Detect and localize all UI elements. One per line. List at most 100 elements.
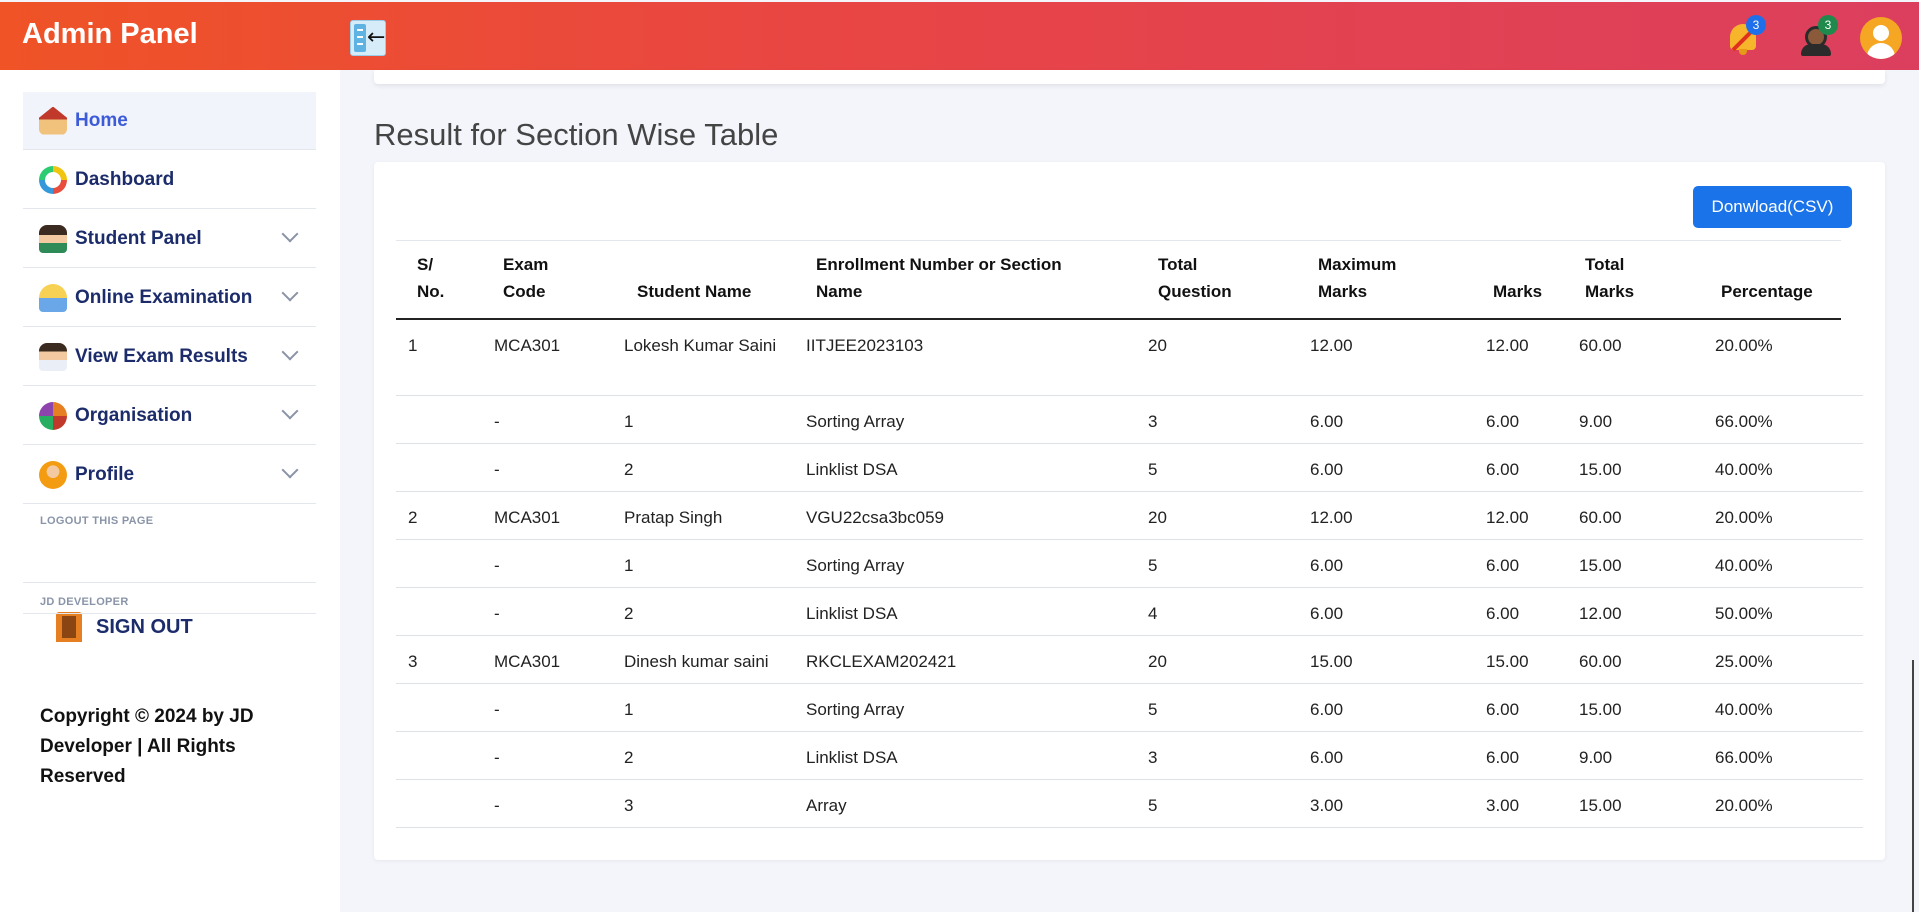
- header-col-marks: Marks: [1493, 251, 1542, 305]
- cell-percentage: 50.00%: [1715, 604, 1773, 623]
- cell-exam-code: MCA301: [494, 508, 561, 527]
- cell-maximum-marks: 6.00: [1310, 604, 1344, 623]
- header-line-1: Total: [1585, 255, 1625, 274]
- cell-student-name: 1: [624, 556, 634, 575]
- sign-out-button[interactable]: SIGN OUT: [56, 612, 193, 642]
- download-csv-button[interactable]: Donwload(CSV): [1693, 186, 1852, 228]
- cell-maximum-marks: 6.00: [1310, 556, 1344, 575]
- sidebar-item-dashboard[interactable]: Dashboard: [23, 151, 316, 209]
- cell-sno: 2: [408, 508, 418, 527]
- cell-total-marks: 15.00: [1579, 556, 1622, 575]
- sidebar-item-label: View Exam Results: [75, 345, 248, 367]
- brand-title: Admin Panel: [22, 18, 198, 50]
- header-col-student-name: Student Name: [637, 251, 751, 305]
- support-agent-button[interactable]: 3: [1796, 15, 1838, 58]
- cell-enrollment: RKCLEXAM202421: [806, 652, 957, 671]
- cell-total-question: 5: [1148, 796, 1158, 815]
- header-col-percentage: Percentage: [1721, 251, 1813, 305]
- cell-maximum-marks: 6.00: [1310, 412, 1344, 431]
- cell-percentage: 66.00%: [1715, 412, 1773, 431]
- organisation-icon: [39, 401, 67, 430]
- cell-exam-code: MCA301: [494, 652, 561, 671]
- exam-icon: [39, 283, 67, 312]
- header-col-exam-code: Exam Code: [503, 251, 548, 305]
- cell-total-marks: 60.00: [1579, 508, 1622, 527]
- cell-percentage: 40.00%: [1715, 700, 1773, 719]
- sidebar-item-profile[interactable]: Profile: [23, 446, 316, 504]
- cell-enrollment: Array: [806, 796, 847, 815]
- table-row: - 1 Sorting Array 5 6.00 6.00 15.00 40.00%: [396, 684, 1863, 732]
- logout-caption: LOGOUT THIS PAGE: [40, 515, 154, 527]
- cell-exam-code: MCA301: [494, 336, 561, 355]
- cell-total-marks: 12.00: [1579, 604, 1622, 623]
- cell-total-question: 5: [1148, 460, 1158, 479]
- dashboard-icon: [39, 165, 67, 194]
- table-row: - 2 Linklist DSA 5 6.00 6.00 15.00 40.00%: [396, 444, 1863, 492]
- cell-percentage: 20.00%: [1715, 336, 1773, 355]
- chevron-down-icon: [281, 402, 299, 420]
- arrow-left-icon: ←: [367, 25, 386, 50]
- header-line-1: Maximum: [1318, 255, 1397, 274]
- header-line-2: Name: [816, 282, 863, 301]
- cell-exam-code: -: [494, 796, 500, 815]
- sidebar-item-home[interactable]: Home: [23, 92, 316, 150]
- cell-marks: 6.00: [1486, 604, 1520, 623]
- cell-student-name: 3: [624, 796, 634, 815]
- developer-caption: JD DEVELOPER: [40, 596, 129, 608]
- cell-marks: 12.00: [1486, 508, 1529, 527]
- sidebar-toggle-button[interactable]: ←: [350, 20, 386, 56]
- cell-percentage: 66.00%: [1715, 748, 1773, 767]
- cell-percentage: 20.00%: [1715, 796, 1773, 815]
- cell-marks: 6.00: [1486, 460, 1520, 479]
- sign-out-label: SIGN OUT: [96, 615, 193, 638]
- cell-percentage: 25.00%: [1715, 652, 1773, 671]
- cell-student-name: 1: [624, 412, 634, 431]
- header-col-enrollment: Enrollment Number or Section Name: [816, 251, 1062, 305]
- cell-total-question: 3: [1148, 748, 1158, 767]
- cell-percentage: 40.00%: [1715, 460, 1773, 479]
- cell-total-marks: 15.00: [1579, 796, 1622, 815]
- header-line-2: Code: [503, 282, 546, 301]
- cell-percentage: 40.00%: [1715, 556, 1773, 575]
- results-table: S/No. Exam Code Student Name Enrollment Numb…: [396, 240, 1863, 828]
- cell-total-marks: 60.00: [1579, 336, 1622, 355]
- cell-total-question: 20: [1148, 336, 1167, 355]
- cell-exam-code: -: [494, 604, 500, 623]
- divider: [23, 582, 316, 583]
- sidebar-item-label: Dashboard: [75, 168, 175, 190]
- cell-total-question: 5: [1148, 556, 1158, 575]
- cell-student-name: Pratap Singh: [624, 508, 723, 527]
- scrollbar[interactable]: [1912, 660, 1914, 912]
- cell-enrollment: Sorting Array: [806, 556, 905, 575]
- door-exit-icon: [56, 612, 82, 642]
- table-row: 3 MCA301 Dinesh kumar saini RKCLEXAM202421 2…: [396, 636, 1863, 684]
- sidebar-item-label: Home: [75, 109, 128, 131]
- agent-badge: 3: [1818, 15, 1838, 35]
- sidebar-item-student-panel[interactable]: Student Panel: [23, 210, 316, 268]
- header-line-1: Enrollment Number or Section: [816, 255, 1062, 274]
- cell-total-question: 5: [1148, 700, 1158, 719]
- cell-marks: 6.00: [1486, 748, 1520, 767]
- top-header: Admin Panel ← 3 3: [0, 2, 1919, 70]
- table-row: - 2 Linklist DSA 3 6.00 6.00 9.00 66.00%: [396, 732, 1863, 780]
- notifications-button[interactable]: 3: [1724, 15, 1766, 58]
- sidebar-item-view-exam-results[interactable]: View Exam Results: [23, 328, 316, 386]
- sidebar-item-organisation[interactable]: Organisation: [23, 387, 316, 445]
- sidebar-item-online-examination[interactable]: Online Examination: [23, 269, 316, 327]
- cell-exam-code: -: [494, 700, 500, 719]
- cell-maximum-marks: 12.00: [1310, 336, 1353, 355]
- cell-enrollment: VGU22csa3bc059: [806, 508, 944, 527]
- header-col-sno: S/No.: [417, 251, 444, 305]
- cell-enrollment: Linklist DSA: [806, 460, 898, 479]
- header-line-2: Marks: [1493, 282, 1543, 301]
- cell-sno: 3: [408, 652, 418, 671]
- chevron-down-icon: [281, 461, 299, 479]
- header-line-2: No.: [417, 282, 445, 301]
- table-row: - 3 Array 5 3.00 3.00 15.00 20.00%: [396, 780, 1863, 828]
- header-col-maximum-marks: Maximum Marks: [1318, 251, 1396, 305]
- cell-exam-code: -: [494, 460, 500, 479]
- table-body: 1 MCA301 Lokesh Kumar Saini IITJEE2023103 20…: [396, 320, 1863, 828]
- header-col-total-question: Total Question: [1158, 251, 1232, 305]
- user-avatar[interactable]: [1860, 17, 1902, 59]
- cell-total-marks: 9.00: [1579, 412, 1613, 431]
